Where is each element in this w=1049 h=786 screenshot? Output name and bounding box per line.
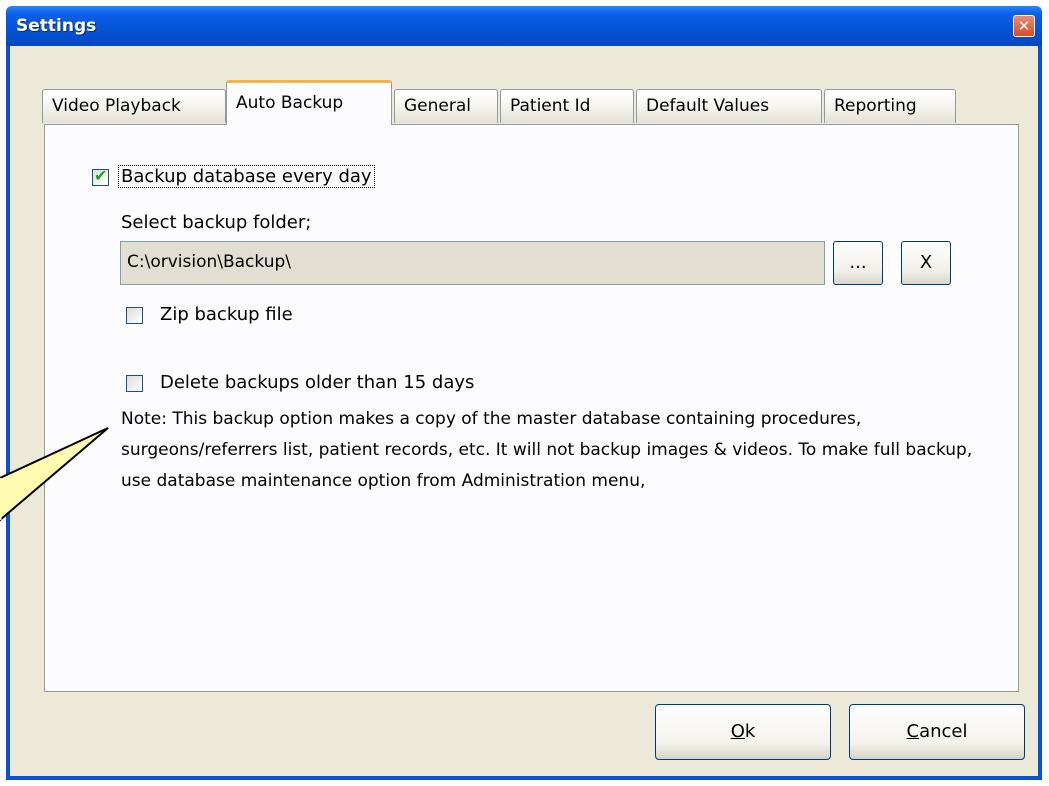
callout-shape — [0, 427, 109, 522]
callout-pointer — [0, 427, 109, 522]
